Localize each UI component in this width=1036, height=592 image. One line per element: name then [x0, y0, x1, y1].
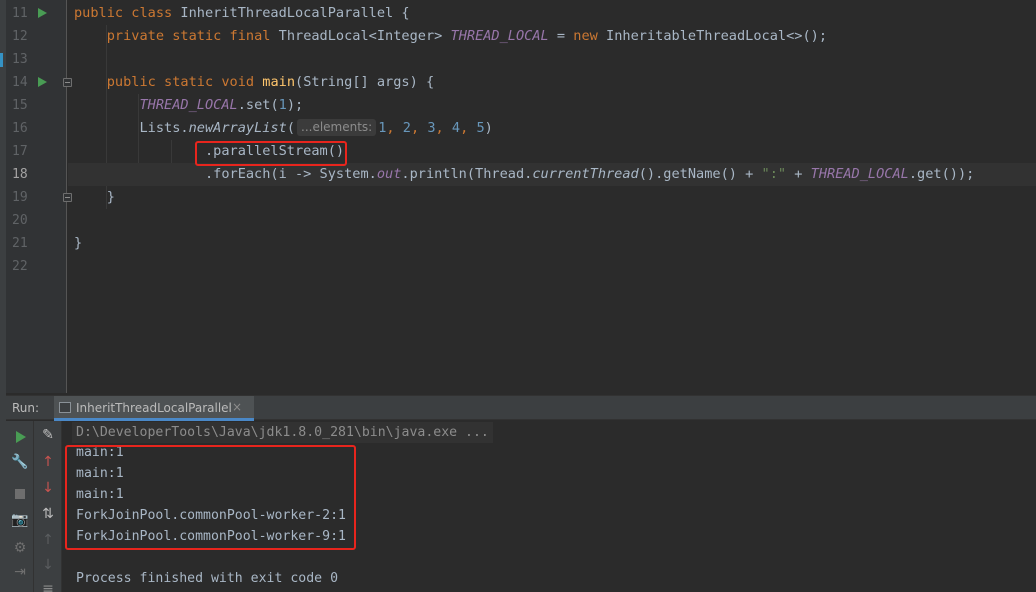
code-line-18: .forEach(i -> System.out.println(Thread.…	[68, 163, 1036, 186]
wrench-icon[interactable]: 🔧	[10, 452, 30, 472]
gutter-row-12: 12	[6, 25, 67, 48]
line-number: 17	[12, 144, 28, 159]
code-line-19: }	[106, 189, 115, 205]
gutter-row-19: 19	[6, 186, 72, 209]
code-line-15: THREAD_LOCAL.set(1);	[139, 97, 304, 113]
line-number: 21	[12, 236, 28, 251]
gutter-row-14: 14	[6, 71, 72, 94]
scroll-down-icon[interactable]: ↓	[38, 555, 58, 575]
line-number: 19	[12, 190, 28, 205]
run-toolbar-primary: 🔧 📷 ⚙ ⇥	[6, 421, 34, 592]
line-number: 18	[12, 167, 28, 182]
code-line-12: private static final ThreadLocal<Integer…	[106, 28, 828, 44]
run-class-icon[interactable]	[38, 8, 47, 18]
code-line-16: Lists.newArrayList(...elements: 1, 2, 3, …	[139, 119, 493, 136]
console-output[interactable]: D:\DeveloperTools\Java\jdk1.8.0_281\bin\…	[62, 421, 1036, 592]
line-number: 12	[12, 29, 28, 44]
down-arrow-icon[interactable]: ↓	[38, 478, 58, 498]
menu-icon[interactable]: ≡	[38, 579, 58, 592]
line-number: 11	[12, 6, 28, 21]
sort-icon[interactable]: ⇅	[38, 504, 58, 524]
code-area[interactable]: public class InheritThreadLocalParallel …	[68, 0, 1036, 393]
bookmark-marker	[0, 53, 3, 67]
parallel-stream-highlight	[195, 141, 347, 166]
line-number: 20	[12, 213, 28, 228]
gutter-row-18: 18	[6, 163, 67, 186]
line-number: 16	[12, 121, 28, 136]
gutter-row-21: 21	[6, 232, 67, 255]
run-toolbar-secondary: ✎ ↑ ↓ ⇅ ↑ ↓ ≡	[34, 421, 62, 592]
line-number: 15	[12, 98, 28, 113]
settings-icon[interactable]: ⚙	[10, 538, 30, 558]
run-main-icon[interactable]	[38, 77, 47, 87]
run-config-icon	[59, 402, 71, 413]
console-exit-message: Process finished with exit code 0	[76, 571, 339, 586]
gutter-row-22: 22	[6, 255, 67, 278]
gutter-row-17: 17	[6, 140, 67, 163]
exit-icon[interactable]: ⇥	[10, 562, 30, 582]
console-command-line: D:\DeveloperTools\Java\jdk1.8.0_281\bin\…	[72, 422, 493, 443]
up-arrow-icon[interactable]: ↑	[38, 452, 58, 472]
gutter-row-13: 13	[6, 48, 67, 71]
scroll-up-icon[interactable]: ↑	[38, 530, 58, 550]
run-label: Run:	[12, 401, 40, 415]
gutter-row-11: 11	[6, 2, 67, 25]
parameter-hint: ...elements:	[297, 119, 377, 136]
code-editor[interactable]: 11 12 13 14 15 16 17 18 19 20 21 22 publ…	[6, 0, 1036, 393]
line-number: 13	[12, 52, 28, 67]
close-icon[interactable]: ×	[232, 400, 242, 414]
clear-all-icon[interactable]: ✎	[38, 425, 58, 445]
camera-icon[interactable]: 📷	[10, 510, 30, 530]
line-number: 14	[12, 75, 28, 90]
run-panel-header: Run: InheritThreadLocalParallel ×	[6, 395, 1036, 421]
run-tab[interactable]: InheritThreadLocalParallel ×	[54, 396, 254, 421]
stop-icon[interactable]	[15, 489, 25, 499]
code-line-21: }	[74, 235, 83, 251]
code-line-11: public class InheritThreadLocalParallel …	[74, 5, 410, 21]
gutter-row-20: 20	[6, 209, 67, 232]
line-number: 22	[12, 259, 28, 274]
gutter-row-16: 16	[6, 117, 67, 140]
console-output-highlight	[65, 445, 356, 550]
rerun-icon[interactable]	[16, 431, 26, 443]
editor-gutter: 11 12 13 14 15 16 17 18 19 20 21 22	[6, 0, 72, 393]
run-tab-label: InheritThreadLocalParallel	[76, 401, 232, 415]
code-line-14: public static void main(String[] args) {	[106, 74, 435, 90]
gutter-row-15: 15	[6, 94, 67, 117]
